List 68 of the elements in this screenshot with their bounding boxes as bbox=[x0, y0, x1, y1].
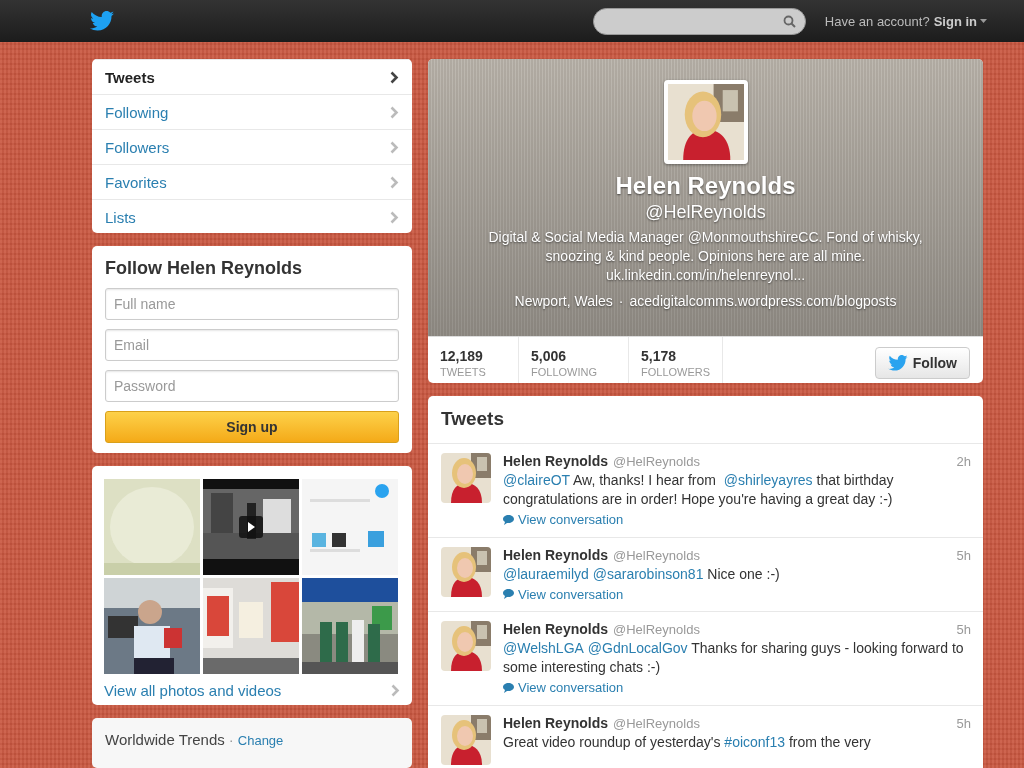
tweet-text: @claireOT Aw, thanks! I hear from @shirleyayres that birthday congratulations are in order! Hope you're having a great day :-) bbox=[503, 471, 895, 510]
tweet-author[interactable]: Helen Reynolds bbox=[503, 714, 609, 731]
chevron-icon bbox=[390, 70, 399, 84]
mention-link[interactable]: @shirleyayres bbox=[723, 472, 813, 489]
search-field[interactable] bbox=[592, 7, 806, 35]
input-field[interactable]: Email bbox=[105, 328, 399, 361]
tweet-time[interactable]: 2h bbox=[956, 454, 971, 470]
change-link[interactable]: Change bbox=[237, 733, 284, 749]
stat-link[interactable]: 5,006 FOLLOWING bbox=[519, 337, 629, 384]
tweet-author[interactable]: Helen Reynolds bbox=[503, 621, 609, 638]
search-icon bbox=[782, 14, 796, 28]
speech-bubble-icon bbox=[503, 589, 514, 600]
chevron-icon bbox=[390, 175, 399, 189]
sign-in-link[interactable]: Sign in bbox=[933, 13, 987, 29]
tweet-handle[interactable]: @HelReynolds bbox=[613, 547, 700, 563]
mention-link[interactable]: @claireOT bbox=[503, 472, 570, 489]
tweet-text: @WelshLGA @GdnLocalGov Thanks for sharing guys - looking forward to some interesting chats :-) bbox=[503, 639, 965, 678]
tweet-author[interactable]: Helen Reynolds bbox=[503, 453, 609, 470]
tweet-handle[interactable]: @HelReynolds bbox=[613, 715, 700, 731]
chevron-icon bbox=[390, 210, 399, 224]
profile-handle: @HelReynolds bbox=[645, 202, 766, 223]
stat-link[interactable]: 12,189 TWEETS bbox=[428, 337, 519, 384]
view-conversation-link[interactable]: View conversation bbox=[503, 512, 624, 528]
profile-location: Newport, Wales bbox=[514, 293, 613, 309]
separator-dot: · bbox=[618, 293, 624, 309]
tweet-handle[interactable]: @HelReynolds bbox=[613, 622, 700, 638]
mention-link[interactable]: @lauraemilyd bbox=[503, 565, 589, 582]
mention-link[interactable]: @GdnLocalGov bbox=[587, 640, 688, 657]
account-prompt: Have an account? bbox=[824, 13, 930, 29]
play-icon[interactable] bbox=[239, 516, 263, 538]
nav-item[interactable]: Following bbox=[92, 94, 412, 129]
input-field[interactable]: Password bbox=[105, 369, 399, 402]
nav-item[interactable]: Tweets bbox=[92, 59, 412, 94]
separator-dot: · bbox=[228, 731, 234, 749]
tweet-author[interactable]: Helen Reynolds bbox=[503, 546, 609, 563]
nav-item[interactable]: Favorites bbox=[92, 164, 412, 199]
view-photos-link[interactable]: View all photos and videos bbox=[104, 682, 400, 699]
tweet-text: @lauraemilyd @sararobinson81 Nice one :-) bbox=[503, 564, 781, 584]
mention-link[interactable]: @sararobinson81 bbox=[592, 565, 704, 582]
trends-title: Worldwide Trends bbox=[105, 731, 225, 749]
speech-bubble-icon bbox=[503, 514, 514, 525]
bird-icon bbox=[887, 355, 908, 371]
tweet-text: Great video roundup of yesterday's #oiconf13 from the very bbox=[503, 732, 872, 752]
follow-title: Follow Helen Reynolds bbox=[105, 257, 304, 279]
profile-url-link[interactable]: acedigitalcomms.wordpress.com/blogposts bbox=[629, 293, 897, 309]
nav-item[interactable]: Followers bbox=[92, 129, 412, 164]
nav-item[interactable]: Lists bbox=[92, 199, 412, 233]
chevron-icon bbox=[390, 105, 399, 119]
sign-up-button[interactable]: Sign up bbox=[105, 410, 399, 443]
bird-logo bbox=[90, 11, 114, 31]
tweet-time[interactable]: 5h bbox=[956, 715, 971, 731]
chevron-icon bbox=[391, 684, 400, 697]
stat-link[interactable]: 5,178 FOLLOWERS bbox=[629, 337, 724, 384]
tweet-time[interactable]: 5h bbox=[956, 547, 971, 563]
tweet-handle[interactable]: @HelReynolds bbox=[613, 454, 700, 470]
mention-link[interactable]: @WelshLGA bbox=[503, 640, 584, 657]
caret-icon bbox=[980, 19, 987, 23]
view-conversation-link[interactable]: View conversation bbox=[503, 586, 624, 602]
mention-link[interactable]: #oiconf13 bbox=[724, 733, 786, 750]
input-field[interactable]: Full name bbox=[105, 287, 399, 320]
follow-button[interactable]: Follow bbox=[874, 347, 970, 379]
profile-bio: Digital & Social Media Manager @MonmouthshireCC. Fond of whisky, snoozing & kind people. Opinions here are all mine. uk.linkedin.com/in/helenreynol... bbox=[487, 228, 924, 285]
tweet-time[interactable]: 5h bbox=[956, 622, 971, 638]
chevron-icon bbox=[390, 140, 399, 154]
tweets-title: Tweets bbox=[428, 396, 983, 445]
speech-bubble-icon bbox=[503, 682, 514, 693]
view-conversation-link[interactable]: View conversation bbox=[503, 680, 624, 696]
profile-name: Helen Reynolds bbox=[615, 172, 796, 200]
